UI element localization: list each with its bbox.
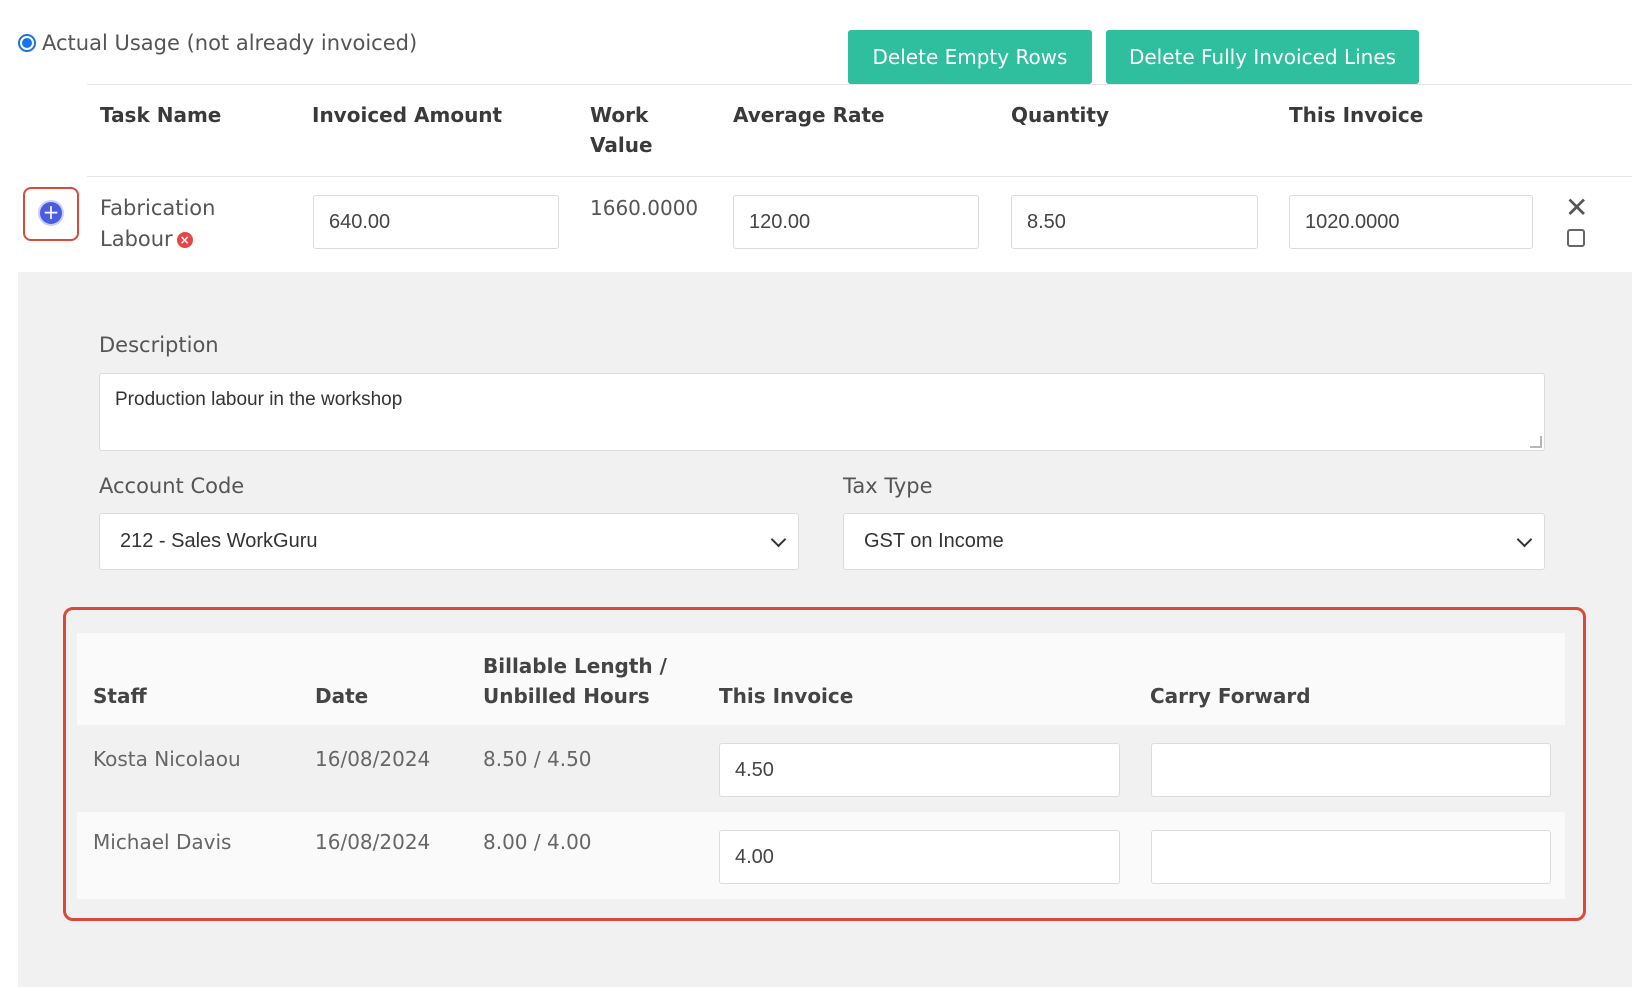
actual-usage-radio[interactable] <box>18 34 36 52</box>
row-select-checkbox[interactable] <box>1567 229 1585 247</box>
radio-dot <box>22 38 32 48</box>
remove-task-icon[interactable]: × <box>176 232 193 248</box>
header-top-divider <box>87 84 1632 85</box>
tax-type-select[interactable]: GST on Income <box>843 513 1545 570</box>
account-code-value: 212 - Sales WorkGuru <box>120 530 318 552</box>
work-value-cell: 1660.0000 <box>590 196 699 220</box>
expand-row-button[interactable]: + <box>23 187 79 241</box>
task-name-cell: Fabrication Labour × <box>100 193 215 255</box>
header-work-value: Work Value <box>590 100 653 160</box>
description-label: Description <box>99 333 219 357</box>
header-task-name: Task Name <box>100 103 222 127</box>
header-work-value-line2: Value <box>590 133 653 157</box>
this-invoice-input[interactable]: 1020.0000 <box>1289 195 1533 249</box>
description-textarea[interactable]: Production labour in the workshop <box>99 373 1545 451</box>
quantity-input[interactable]: 8.50 <box>1011 195 1258 249</box>
invoiced-amount-input[interactable]: 640.00 <box>313 195 559 249</box>
task-name-line2: Labour × <box>100 224 215 255</box>
average-rate-input[interactable]: 120.00 <box>733 195 979 249</box>
task-name-line2-text: Labour <box>100 227 173 251</box>
delete-fully-invoiced-lines-button[interactable]: Delete Fully Invoiced Lines <box>1106 30 1419 84</box>
header-work-value-line1: Work <box>590 103 649 127</box>
chevron-down-icon <box>1516 531 1533 548</box>
tax-type-value: GST on Income <box>864 530 1004 552</box>
plus-circle-icon: + <box>40 202 62 224</box>
resize-grip-icon[interactable] <box>1530 436 1542 448</box>
account-code-select[interactable]: 212 - Sales WorkGuru <box>99 513 799 570</box>
description-text: Production labour in the workshop <box>115 389 403 410</box>
task-name-line1: Fabrication <box>100 196 216 220</box>
staff-table-highlight-frame <box>63 607 1586 921</box>
header-bottom-divider <box>87 176 1632 177</box>
tax-type-label: Tax Type <box>843 474 933 498</box>
header-quantity: Quantity <box>1011 103 1109 127</box>
header-this-invoice: This Invoice <box>1289 103 1424 127</box>
delete-empty-rows-button[interactable]: Delete Empty Rows <box>848 30 1092 84</box>
close-icon[interactable]: ✕ <box>1565 194 1588 222</box>
header-invoiced-amount: Invoiced Amount <box>312 103 503 127</box>
header-average-rate: Average Rate <box>733 103 885 127</box>
actual-usage-label: Actual Usage (not already invoiced) <box>42 31 418 55</box>
account-code-label: Account Code <box>99 474 245 498</box>
chevron-down-icon <box>770 531 787 548</box>
